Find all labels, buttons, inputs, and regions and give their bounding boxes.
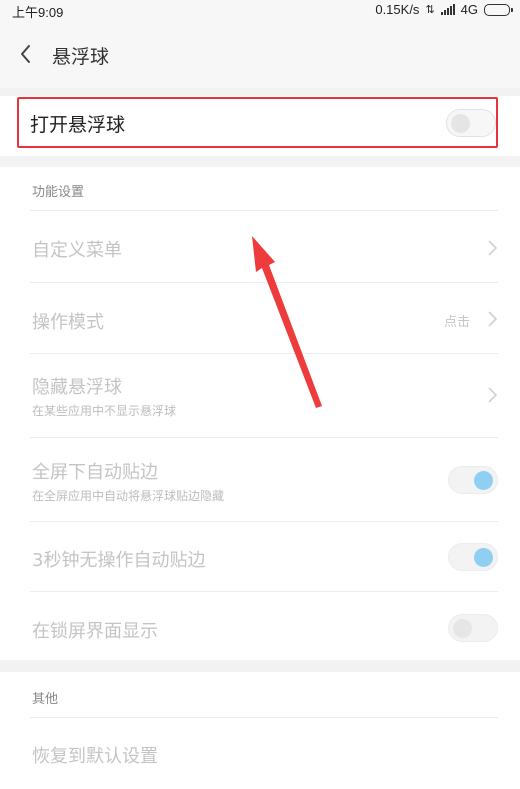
page-title: 悬浮球 — [52, 46, 110, 68]
main-toggle-label: 打开悬浮球 — [30, 114, 126, 136]
status-time: 上午9:09 — [12, 5, 64, 20]
signal-icon — [440, 4, 455, 15]
divider — [30, 282, 498, 283]
battery-icon — [484, 3, 513, 16]
idle-edge-toggle[interactable] — [448, 543, 498, 571]
hide-ball-sub: 在某些应用中不显示悬浮球 — [32, 404, 177, 418]
network-speed: 0.15K/s — [375, 2, 420, 17]
divider — [30, 521, 498, 522]
hide-ball-label[interactable]: 隐藏悬浮球 — [32, 373, 122, 399]
back-arrow-icon[interactable] — [14, 42, 38, 66]
divider — [30, 437, 498, 438]
idle-edge-label: 3秒钟无操作自动贴边 — [32, 550, 206, 571]
toggle-knob — [453, 619, 472, 638]
operation-mode-value: 点击 — [443, 315, 470, 330]
toggle-knob — [474, 548, 493, 567]
fullscreen-edge-toggle[interactable] — [448, 466, 498, 494]
divider — [30, 210, 498, 211]
divider — [30, 353, 498, 354]
fullscreen-edge-label: 全屏下自动贴边 — [32, 462, 158, 483]
restore-defaults-label[interactable]: 恢复到默认设置 — [32, 742, 158, 768]
status-bar: 上午9:09 0.15K/s ⇅ 4G — [0, 0, 520, 20]
section-title-function: 功能设置 — [32, 185, 85, 200]
data-transfer-icon: ⇅ — [425, 4, 435, 16]
other-settings-card — [0, 672, 520, 789]
toggle-knob — [451, 114, 470, 133]
lockscreen-toggle[interactable] — [448, 614, 498, 642]
header: 悬浮球 — [0, 20, 520, 88]
toggle-knob — [474, 471, 493, 490]
divider — [30, 717, 498, 718]
chevron-right-icon — [488, 240, 498, 256]
lockscreen-label: 在锁屏界面显示 — [32, 621, 158, 642]
section-title-other: 其他 — [32, 692, 59, 707]
chevron-right-icon — [488, 311, 498, 327]
network-type: 4G — [460, 2, 478, 17]
main-toggle-switch[interactable] — [446, 109, 496, 137]
status-right: 0.15K/s ⇅ 4G — [375, 2, 513, 17]
divider — [30, 591, 498, 592]
fullscreen-edge-sub: 在全屏应用中自动将悬浮球贴边隐藏 — [32, 489, 225, 503]
custom-menu-label[interactable]: 自定义菜单 — [32, 236, 122, 262]
chevron-right-icon — [488, 387, 498, 403]
operation-mode-label[interactable]: 操作模式 — [32, 308, 104, 334]
